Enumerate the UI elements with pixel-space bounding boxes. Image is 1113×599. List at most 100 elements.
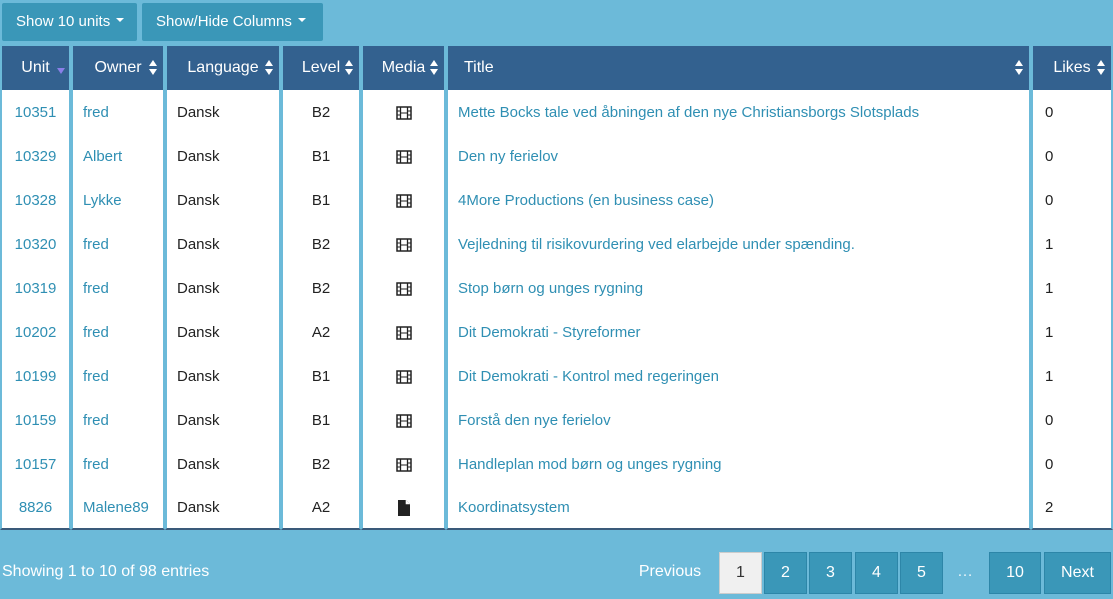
title-link[interactable]: Handleplan mod børn og unges rygning [458, 456, 722, 473]
table-row: 10320 fred Dansk B2 Vejledning til risikovur… [0, 222, 1113, 266]
owner-link[interactable]: Malene89 [83, 499, 149, 516]
film-icon [395, 149, 412, 164]
likes-cell: 1 [1045, 279, 1054, 297]
likes-cell: 1 [1045, 323, 1054, 341]
cell-owner: fred [71, 442, 165, 486]
column-header-owner[interactable]: Owner [71, 46, 165, 90]
cell-level: B1 [281, 134, 361, 178]
units-table: Unit Owner Language Level Media Title Li… [0, 46, 1113, 530]
sort-both-icon [430, 60, 438, 76]
cell-level: B2 [281, 222, 361, 266]
title-link[interactable]: Den ny ferielov [458, 148, 558, 165]
cell-likes: 0 [1031, 398, 1113, 442]
column-header-label: Language [187, 59, 259, 76]
owner-link[interactable]: fred [83, 280, 109, 297]
page-button-2[interactable]: 2 [764, 552, 807, 594]
column-header-title[interactable]: Title [446, 46, 1031, 90]
owner-link[interactable]: fred [83, 324, 109, 341]
cell-title: Mette Bocks tale ved åbningen af den nye… [446, 90, 1031, 134]
show-hide-columns-button[interactable]: Show/Hide Columns [142, 3, 323, 41]
cell-likes: 1 [1031, 266, 1113, 310]
unit-link[interactable]: 10329 [15, 148, 57, 165]
language-cell: Dansk [177, 279, 220, 297]
title-link[interactable]: Mette Bocks tale ved åbningen af den nye… [458, 104, 919, 121]
owner-link[interactable]: fred [83, 368, 109, 385]
cell-likes: 2 [1031, 486, 1113, 530]
language-cell: Dansk [177, 411, 220, 429]
show-units-label: Show 10 units [16, 13, 111, 30]
cell-level: A2 [281, 486, 361, 530]
column-header-likes[interactable]: Likes [1031, 46, 1113, 90]
cell-owner: fred [71, 310, 165, 354]
column-header-level[interactable]: Level [281, 46, 361, 90]
unit-link[interactable]: 10320 [15, 236, 57, 253]
unit-link[interactable]: 10328 [15, 192, 57, 209]
title-link[interactable]: Forstå den nye ferielov [458, 412, 611, 429]
owner-link[interactable]: fred [83, 412, 109, 429]
column-header-label: Title [464, 59, 494, 76]
previous-page-button[interactable]: Previous [630, 552, 710, 594]
cell-likes: 0 [1031, 90, 1113, 134]
unit-link[interactable]: 10351 [15, 104, 57, 121]
level-cell: B1 [311, 411, 331, 429]
cell-media [361, 178, 446, 222]
unit-link[interactable]: 10159 [15, 412, 57, 429]
title-link[interactable]: Dit Demokrati - Styreformer [458, 324, 641, 341]
film-icon [395, 325, 412, 340]
likes-cell: 0 [1045, 191, 1054, 209]
film-icon [395, 193, 412, 208]
cell-owner: fred [71, 266, 165, 310]
title-link[interactable]: 4More Productions (en business case) [458, 192, 714, 209]
column-header-language[interactable]: Language [165, 46, 281, 90]
cell-owner: fred [71, 90, 165, 134]
title-link[interactable]: Dit Demokrati - Kontrol med regeringen [458, 368, 719, 385]
cell-likes: 1 [1031, 222, 1113, 266]
owner-link[interactable]: Albert [83, 148, 122, 165]
film-icon [395, 369, 412, 384]
likes-cell: 2 [1045, 498, 1054, 516]
title-link[interactable]: Vejledning til risikovurdering ved elarb… [458, 236, 855, 253]
owner-link[interactable]: Lykke [83, 192, 122, 209]
film-icon [395, 413, 412, 428]
cell-likes: 1 [1031, 354, 1113, 398]
cell-title: Stop børn og unges rygning [446, 266, 1031, 310]
film-icon [395, 237, 412, 252]
language-cell: Dansk [177, 498, 220, 516]
cell-likes: 0 [1031, 178, 1113, 222]
document-icon [397, 499, 411, 516]
page-button-3[interactable]: 3 [809, 552, 852, 594]
show-units-button[interactable]: Show 10 units [2, 3, 137, 41]
column-header-media[interactable]: Media [361, 46, 446, 90]
cell-unit: 10329 [0, 134, 71, 178]
table-row: 10199 fred Dansk B1 Dit Demokrati - Kontrol … [0, 354, 1113, 398]
unit-link[interactable]: 10199 [15, 368, 57, 385]
title-link[interactable]: Stop børn og unges rygning [458, 280, 643, 297]
title-link[interactable]: Koordinatsystem [458, 499, 570, 516]
owner-link[interactable]: fred [83, 456, 109, 473]
column-header-unit[interactable]: Unit [0, 46, 71, 90]
cell-level: B1 [281, 178, 361, 222]
page-button-1[interactable]: 1 [719, 552, 762, 594]
table-row: 10157 fred Dansk B2 Handleplan mod børn og u… [0, 442, 1113, 486]
owner-link[interactable]: fred [83, 236, 109, 253]
level-cell: A2 [311, 323, 331, 341]
cell-likes: 0 [1031, 442, 1113, 486]
cell-unit: 10319 [0, 266, 71, 310]
unit-link[interactable]: 10157 [15, 456, 57, 473]
cell-unit: 10157 [0, 442, 71, 486]
unit-link[interactable]: 8826 [19, 499, 52, 516]
cell-unit: 8826 [0, 486, 71, 530]
page-button-5[interactable]: 5 [900, 552, 943, 594]
cell-title: Forstå den nye ferielov [446, 398, 1031, 442]
cell-unit: 10320 [0, 222, 71, 266]
page-button-10[interactable]: 10 [989, 552, 1041, 594]
owner-link[interactable]: fred [83, 104, 109, 121]
unit-link[interactable]: 10202 [15, 324, 57, 341]
cell-likes: 1 [1031, 310, 1113, 354]
page-button-4[interactable]: 4 [855, 552, 898, 594]
level-cell: B1 [311, 367, 331, 385]
cell-owner: Lykke [71, 178, 165, 222]
cell-media [361, 266, 446, 310]
unit-link[interactable]: 10319 [15, 280, 57, 297]
next-page-button[interactable]: Next [1044, 552, 1111, 594]
